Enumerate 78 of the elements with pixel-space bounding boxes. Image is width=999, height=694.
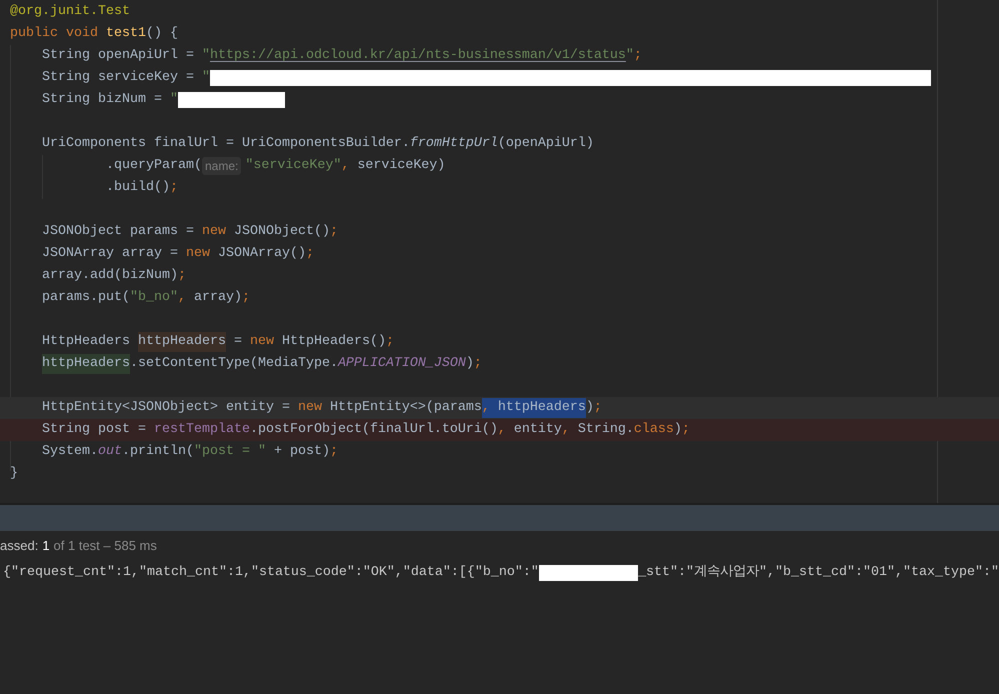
punctuation: ; [594,399,602,417]
code-text: String post = [42,421,147,439]
code-text: System. [42,443,98,461]
punctuation: ; [178,267,186,285]
string-literal: "post = " [194,443,266,461]
keyword: new [298,399,323,417]
code-text: String bizNum = [42,91,163,109]
status-label: assed: [0,536,38,555]
code-text: .setContentType(MediaType. [130,355,338,373]
highlighted-variable: httpHeaders [42,354,130,374]
string-literal: " [202,69,210,87]
punctuation: , [341,157,350,175]
punctuation: ; [330,443,338,461]
console-output: {"request_cnt":1,"match_cnt":1,"status_code":"OK","data":[{"b_no":" [3,564,539,582]
code-text: .println( [122,443,194,461]
code-text: ) [674,421,682,439]
punctuation: ; [170,179,178,197]
static-field-name: out [98,443,122,461]
code-text: .postForObject(finalUrl.toUri() [250,421,498,439]
code-text: ) [466,355,474,373]
console-output: _stt":"계속사업자","b_stt_cd":"01","tax_type":" [638,564,999,582]
code-text: UriComponents finalUrl = UriComponentsBuilder. [42,135,410,153]
punctuation: ; [330,223,338,241]
code-text: .build() [106,179,170,197]
code-text: JSONObject params = [42,223,195,241]
string-literal: "serviceKey" [245,157,342,175]
keyword: new [202,223,227,241]
string-literal: " [170,91,178,109]
punctuation: ; [682,421,690,439]
code-text: JSONArray() [218,245,306,263]
code-text: () { [146,25,178,43]
code-text: array) [192,289,242,307]
code-text: (openApiUrl) [498,135,594,153]
punctuation: , [498,421,506,439]
code-text: HttpEntity<>(params [330,399,482,417]
code-text: ) [586,399,594,417]
passed-count: 1 [42,536,50,555]
punctuation: ; [386,333,394,351]
code-text: String serviceKey = [42,69,195,87]
code-text: HttpEntity<JSONObject> entity = [42,399,291,417]
code-text: .queryParam( [106,157,202,175]
punctuation: , [178,289,186,307]
annotation: @org.junit. [10,3,98,21]
keyword: new [186,245,211,263]
code-text: serviceKey) [356,157,446,175]
code-text: String. [576,421,634,439]
string-literal: "b_no" [130,289,178,307]
selected-punctuation: , [482,398,490,418]
keyword: public void [10,25,99,43]
method-name: test1 [106,25,146,43]
status-detail: of 1 test – 585 ms [54,536,157,555]
highlighted-variable: httpHeaders [138,332,226,352]
selected-text: httpHeaders [490,398,586,418]
code-text: = [232,333,243,351]
punctuation: ; [242,289,250,307]
string-literal: " [626,47,634,65]
keyword: new [250,333,275,351]
code-text: String openApiUrl = [42,47,195,65]
code-text: HttpHeaders() [282,333,386,351]
punctuation: , [562,421,570,439]
code-text: JSONObject() [234,223,330,241]
keyword: class [634,421,674,439]
code-text: + post) [272,443,330,461]
code-text: entity [512,421,562,439]
punctuation: ; [474,355,482,373]
string-literal: " [202,47,210,65]
annotation: Test [98,3,130,21]
code-text: JSONArray array = [42,245,179,263]
code-text: } [10,465,18,483]
punctuation: ; [634,47,642,65]
field-name: restTemplate [154,421,250,439]
constant-name: APPLICATION_JSON [338,355,466,373]
punctuation: ; [306,245,314,263]
method-call: fromHttpUrl [410,135,498,153]
code-text: HttpHeaders [42,333,131,351]
code-text: params.put( [42,289,130,307]
code-text: array.add(bizNum) [42,267,178,285]
parameter-hint: name: [202,157,242,175]
